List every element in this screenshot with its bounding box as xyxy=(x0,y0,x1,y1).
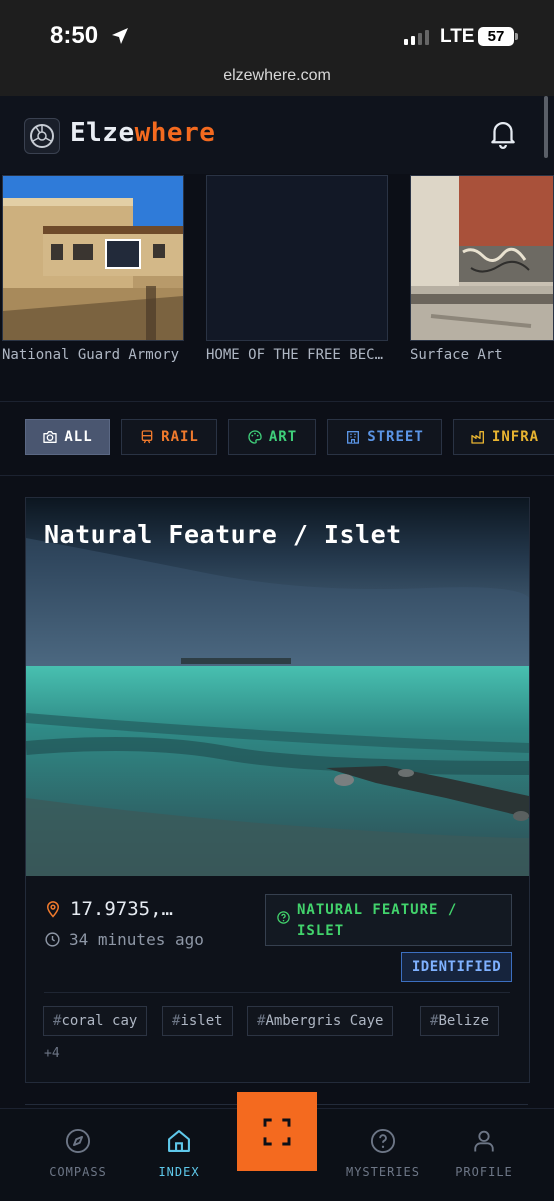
category-text: NATURAL FEATURE / ISLET xyxy=(297,902,458,939)
carousel-label: Surface Art xyxy=(410,347,503,363)
user-icon xyxy=(474,1130,494,1152)
tag-chip[interactable]: #Belize xyxy=(420,1006,500,1036)
clock-icon xyxy=(45,932,60,947)
chip-label: ALL xyxy=(64,429,93,445)
chip-label: ART xyxy=(268,429,298,445)
nav-compass[interactable]: COMPASS xyxy=(28,1127,128,1179)
timestamp: 34 minutes ago xyxy=(44,930,204,949)
url-bar[interactable]: elzewhere.com xyxy=(0,60,554,96)
nav-label: PROFILE xyxy=(455,1165,513,1179)
url-text: elzewhere.com xyxy=(223,67,331,84)
photo-carousel[interactable]: National Guard Armory HOME OF THE FREE B… xyxy=(0,175,554,375)
brand-title[interactable]: Elzewhere xyxy=(70,118,215,148)
building-icon xyxy=(347,431,360,444)
signal-icon xyxy=(404,30,429,45)
question-icon xyxy=(370,1128,396,1154)
filter-art-chip[interactable]: ART xyxy=(228,419,316,455)
coordinates: 17.9735,… xyxy=(44,898,173,920)
nav-label: COMPASS xyxy=(49,1165,107,1179)
camera-icon xyxy=(43,431,58,443)
nav-label: INDEX xyxy=(158,1165,200,1179)
status-time: 8:50 xyxy=(50,22,99,49)
carousel-label: National Guard Armory xyxy=(2,347,180,363)
scan-button[interactable] xyxy=(237,1092,317,1171)
battery-icon: 57 xyxy=(478,27,518,46)
location-arrow-icon xyxy=(112,28,128,44)
filter-chips: ALL RAIL ART STREET INFRA xyxy=(0,419,554,455)
nav-mysteries[interactable]: MYSTERIES xyxy=(333,1127,433,1179)
nav-label: MYSTERIES xyxy=(345,1165,421,1179)
category-badge[interactable]: NATURAL FEATURE / ISLET xyxy=(265,894,512,946)
section-divider xyxy=(0,401,554,402)
coordinates-text: 17.9735,… xyxy=(70,898,173,920)
time-ago-text: 34 minutes ago xyxy=(69,930,204,949)
feed-card[interactable]: Natural Feature / Islet 17.9735,… 34 min… xyxy=(25,497,530,1083)
help-circle-icon xyxy=(277,911,290,924)
more-tags-count[interactable]: +4 xyxy=(44,1046,60,1061)
tag-chip[interactable]: #islet xyxy=(162,1006,233,1036)
factory-icon xyxy=(471,431,484,444)
carousel-thumb-armory[interactable] xyxy=(2,175,184,341)
status-bar: 8:50 LTE 57 xyxy=(0,0,554,60)
filter-infra-chip[interactable]: INFRA xyxy=(453,419,554,455)
nav-profile[interactable]: PROFILE xyxy=(434,1127,534,1179)
chip-label: INFRA xyxy=(491,429,540,445)
compass-icon xyxy=(65,1128,91,1154)
page-scrollbar[interactable] xyxy=(544,96,548,158)
section-divider xyxy=(0,475,554,476)
palette-icon xyxy=(248,430,262,444)
carousel-thumb-placeholder[interactable] xyxy=(206,175,388,341)
card-divider xyxy=(44,992,510,993)
tag-chip[interactable]: #coral cay xyxy=(43,1006,148,1036)
chip-label: RAIL xyxy=(161,429,199,445)
filter-all-chip[interactable]: ALL xyxy=(25,419,110,455)
train-icon xyxy=(141,430,153,444)
logo-icon[interactable] xyxy=(24,118,60,154)
card-title: Natural Feature / Islet xyxy=(44,520,402,549)
home-icon xyxy=(168,1130,190,1152)
scan-icon xyxy=(263,1118,291,1145)
filter-street-chip[interactable]: STREET xyxy=(327,419,442,455)
filter-rail-chip[interactable]: RAIL xyxy=(121,419,217,455)
chip-label: STREET xyxy=(367,429,424,445)
carousel-label: HOME OF THE FREE BEC… xyxy=(206,347,384,363)
status-badge: IDENTIFIED xyxy=(401,952,512,982)
network-type: LTE xyxy=(440,26,475,47)
map-pin-icon xyxy=(46,901,60,918)
bell-icon[interactable] xyxy=(486,116,520,150)
nav-index[interactable]: INDEX xyxy=(129,1127,229,1179)
app-header: Elzewhere xyxy=(0,96,554,174)
card-photo[interactable]: Natural Feature / Islet xyxy=(26,498,529,876)
carousel-thumb-surface-art[interactable] xyxy=(410,175,554,341)
tag-chip[interactable]: #Ambergris Caye xyxy=(247,1006,394,1036)
